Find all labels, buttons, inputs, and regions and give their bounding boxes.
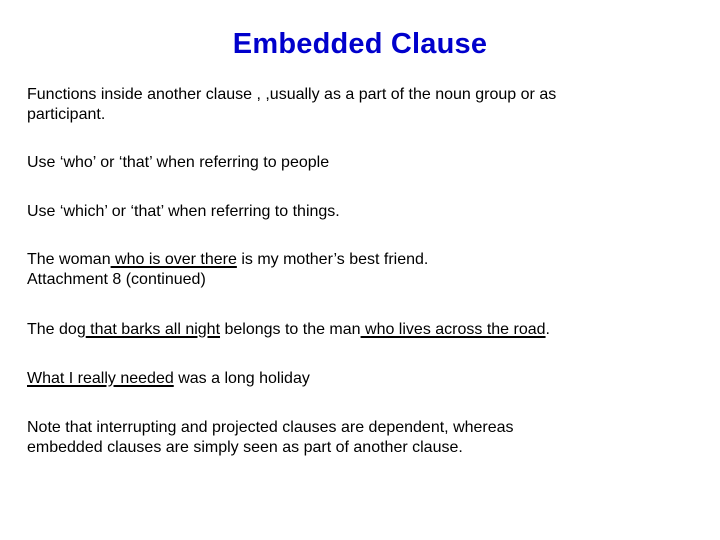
attachment-note: Attachment 8 (continued) <box>27 271 206 288</box>
rule-which: Use ‘which’ or ‘that’ when referring to … <box>27 203 340 220</box>
definition-text: Functions inside another clause , ,usual… <box>27 85 687 125</box>
definition-line-1: Functions inside another clause , ,usual… <box>27 86 557 103</box>
example-dog-embedded-clause-2: who lives across the road <box>360 321 546 338</box>
note-line-2: embedded clauses are simply seen as part… <box>27 439 463 456</box>
example-woman-pre: The woman <box>27 251 111 268</box>
example-holiday-embedded-clause: What I really needed <box>27 370 174 387</box>
slide-title: Embedded Clause <box>232 28 488 60</box>
example-dog: The dog that barks all night belongs to … <box>27 320 687 340</box>
note-line-1: Note that interrupting and projected cla… <box>27 419 514 436</box>
example-dog-pre: The dog <box>27 321 86 338</box>
definition-line-2: participant. <box>27 106 106 123</box>
example-dog-embedded-clause-1: that barks all night <box>85 321 221 338</box>
rule-who: Use ‘who’ or ‘that’ when referring to pe… <box>27 154 330 171</box>
example-dog-post: . <box>545 321 550 338</box>
example-woman: The woman who is over there is my mother… <box>27 250 687 290</box>
example-holiday-post: was a long holiday <box>173 370 310 387</box>
example-holiday: What I really needed was a long holiday <box>27 369 687 389</box>
note-text: Note that interrupting and projected cla… <box>27 418 687 458</box>
example-dog-mid: belongs to the man <box>220 321 361 338</box>
example-woman-embedded-clause: who is over there <box>110 251 237 268</box>
example-woman-sentence: The woman who is over there is my mother… <box>27 250 687 270</box>
example-woman-post: is my mother’s best friend. <box>236 251 429 268</box>
